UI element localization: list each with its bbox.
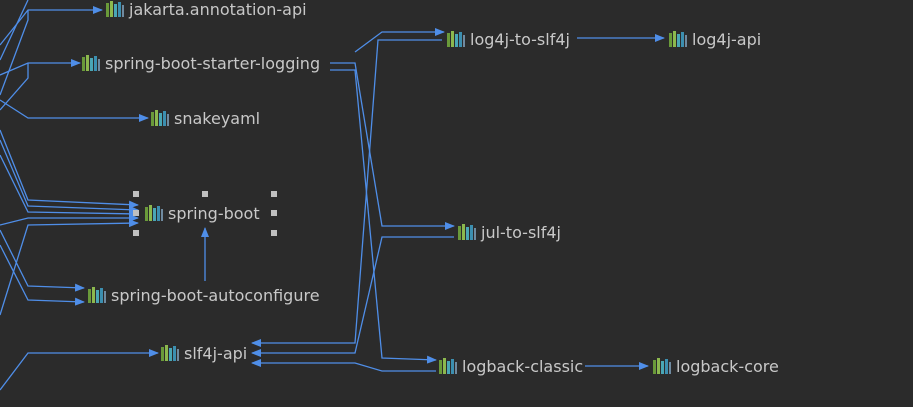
library-icon xyxy=(439,358,457,374)
library-icon xyxy=(458,224,476,240)
library-icon xyxy=(145,205,163,221)
node-jul-to-slf4j[interactable]: jul-to-slf4j xyxy=(457,221,561,243)
node-snakeyaml[interactable]: snakeyaml xyxy=(150,107,260,129)
selection-handle[interactable] xyxy=(271,210,277,216)
library-icon xyxy=(447,31,465,47)
node-label: jakarta.annotation-api xyxy=(129,0,307,19)
edge xyxy=(0,349,159,391)
node-label: spring-boot-autoconfigure xyxy=(111,285,320,305)
node-log4j-api[interactable]: log4j-api xyxy=(668,28,761,50)
node-slf4j-api[interactable]: slf4j-api xyxy=(160,342,247,364)
node-spring-boot-starter-logging[interactable]: spring-boot-starter-logging xyxy=(81,52,320,74)
selection-handle[interactable] xyxy=(271,191,277,197)
library-icon xyxy=(669,31,687,47)
node-logback-core[interactable]: logback-core xyxy=(652,355,779,377)
library-icon xyxy=(151,110,169,126)
edge xyxy=(0,229,85,292)
edge xyxy=(330,69,437,364)
edge xyxy=(0,99,149,122)
node-jakarta-annotation-api[interactable]: jakarta.annotation-api xyxy=(105,0,307,20)
node-log4j-to-slf4j[interactable]: log4j-to-slf4j xyxy=(446,28,570,50)
library-icon xyxy=(161,345,179,361)
node-label: logback-classic xyxy=(462,356,584,376)
selection-handle[interactable] xyxy=(133,191,139,197)
node-label: slf4j-api xyxy=(184,343,248,363)
selection-handle[interactable] xyxy=(271,230,277,236)
node-label: jul-to-slf4j xyxy=(481,222,561,242)
node-label: snakeyaml xyxy=(174,108,261,128)
node-label: log4j-to-slf4j xyxy=(470,29,570,49)
library-icon xyxy=(106,1,124,17)
selection-handle[interactable] xyxy=(202,191,208,197)
edge xyxy=(0,154,139,218)
node-spring-boot[interactable]: spring-boot xyxy=(144,202,260,224)
node-logback-classic[interactable]: logback-classic xyxy=(438,355,583,377)
edge xyxy=(0,129,139,209)
node-spring-boot-autoconfigure[interactable]: spring-boot-autoconfigure xyxy=(87,284,320,306)
edge xyxy=(0,139,139,214)
edge xyxy=(354,28,445,53)
node-label: logback-core xyxy=(676,356,779,376)
library-icon xyxy=(88,287,106,303)
library-icon xyxy=(653,358,671,374)
library-icon xyxy=(82,55,100,71)
node-label: spring-boot xyxy=(168,203,260,223)
edge xyxy=(251,359,436,372)
selection-handle[interactable] xyxy=(133,230,139,236)
node-label: log4j-api xyxy=(692,29,762,49)
node-label: spring-boot-starter-logging xyxy=(105,53,321,73)
edge xyxy=(330,62,455,230)
selection-handle[interactable] xyxy=(133,210,139,216)
edge xyxy=(0,59,81,76)
